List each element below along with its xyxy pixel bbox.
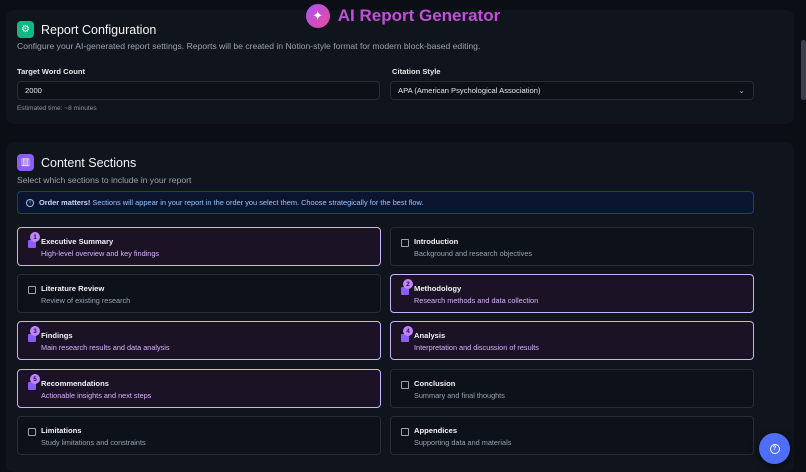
notice-bold: Order matters! [39,198,91,207]
citation-style-select[interactable]: APA (American Psychological Association)… [390,81,754,100]
section-title: Recommendations [41,379,109,388]
section-subtitle: Interpretation and discussion of results [414,343,539,352]
word-count-label: Target Word Count [17,67,86,76]
order-badge: 3 [30,326,40,336]
notice-text: Sections will appear in your report in t… [92,198,424,207]
section-title: Conclusion [414,379,456,388]
section-subtitle: Study limitations and constraints [41,438,146,447]
section-card-findings[interactable]: 3 Findings Main research results and dat… [17,321,381,360]
sections-title: Content Sections [41,155,137,170]
section-checkbox[interactable] [401,428,409,436]
section-card-recommendations[interactable]: 5 Recommendations Actionable insights an… [17,369,381,408]
section-card-executive-summary[interactable]: 1 Executive Summary High-level overview … [17,227,381,266]
help-icon: ? [769,443,780,454]
section-checkbox[interactable] [401,239,409,247]
help-button[interactable]: ? [759,433,790,464]
content-sections-panel: ▥ Content Sections Select which sections… [6,142,794,472]
section-title: Methodology [414,284,462,293]
section-title: Limitations [41,426,82,435]
section-title: Literature Review [41,284,105,293]
order-badge: 1 [30,232,40,242]
citation-style-label: Citation Style [392,67,441,76]
section-card-analysis[interactable]: 4 Analysis Interpretation and discussion… [390,321,754,360]
sparkles-icon: ✦ [305,4,330,28]
section-subtitle: Background and research objectives [414,249,533,258]
section-card-introduction[interactable]: Introduction Background and research obj… [390,227,754,266]
section-subtitle: Summary and final thoughts [414,391,505,400]
section-subtitle: Actionable insights and next steps [41,391,152,400]
section-checkbox[interactable] [28,286,36,294]
order-notice: i Order matters! Sections will appear in… [17,191,754,214]
chevron-down-icon: ⌄ [738,86,745,95]
word-count-input[interactable] [25,86,372,95]
order-badge: 4 [403,326,413,336]
info-icon: i [26,198,34,207]
section-subtitle: High-level overview and key findings [41,249,160,258]
section-subtitle: Main research results and data analysis [41,343,170,352]
section-title: Analysis [414,331,446,340]
page-scrollbar[interactable] [800,0,806,472]
section-checkbox[interactable] [401,381,409,389]
estimated-time-hint: Estimated time: ~8 minutes [17,105,97,112]
section-card-limitations[interactable]: Limitations Study limitations and constr… [17,416,381,455]
section-card-appendices[interactable]: Appendices Supporting data and materials [390,416,754,455]
app-title: AI Report Generator [337,6,501,25]
sections-header: ▥ Content Sections [17,154,136,171]
section-title: Findings [41,331,73,340]
order-badge: 5 [30,374,40,384]
order-badge: 2 [403,279,413,289]
section-checkbox[interactable] [28,428,36,436]
app-header: ✦ AI Report Generator [0,2,806,30]
section-title: Introduction [414,237,459,246]
citation-style-value: APA (American Psychological Association) [398,86,541,95]
section-subtitle: Supporting data and materials [414,438,512,447]
section-subtitle: Research methods and data collection [414,296,539,305]
scrollbar-thumb[interactable] [801,40,806,100]
section-subtitle: Review of existing research [41,296,131,305]
section-title: Executive Summary [41,237,114,246]
config-description: Configure your AI-generated report setti… [17,41,481,51]
section-title: Appendices [414,426,458,435]
section-card-conclusion[interactable]: Conclusion Summary and final thoughts [390,369,754,408]
chart-icon: ▥ [17,154,34,171]
section-card-literature-review[interactable]: Literature Review Review of existing res… [17,274,381,313]
sections-description: Select which sections to include in your… [17,175,192,185]
section-card-methodology[interactable]: 2 Methodology Research methods and data … [390,274,754,313]
word-count-input-box[interactable] [17,81,380,100]
